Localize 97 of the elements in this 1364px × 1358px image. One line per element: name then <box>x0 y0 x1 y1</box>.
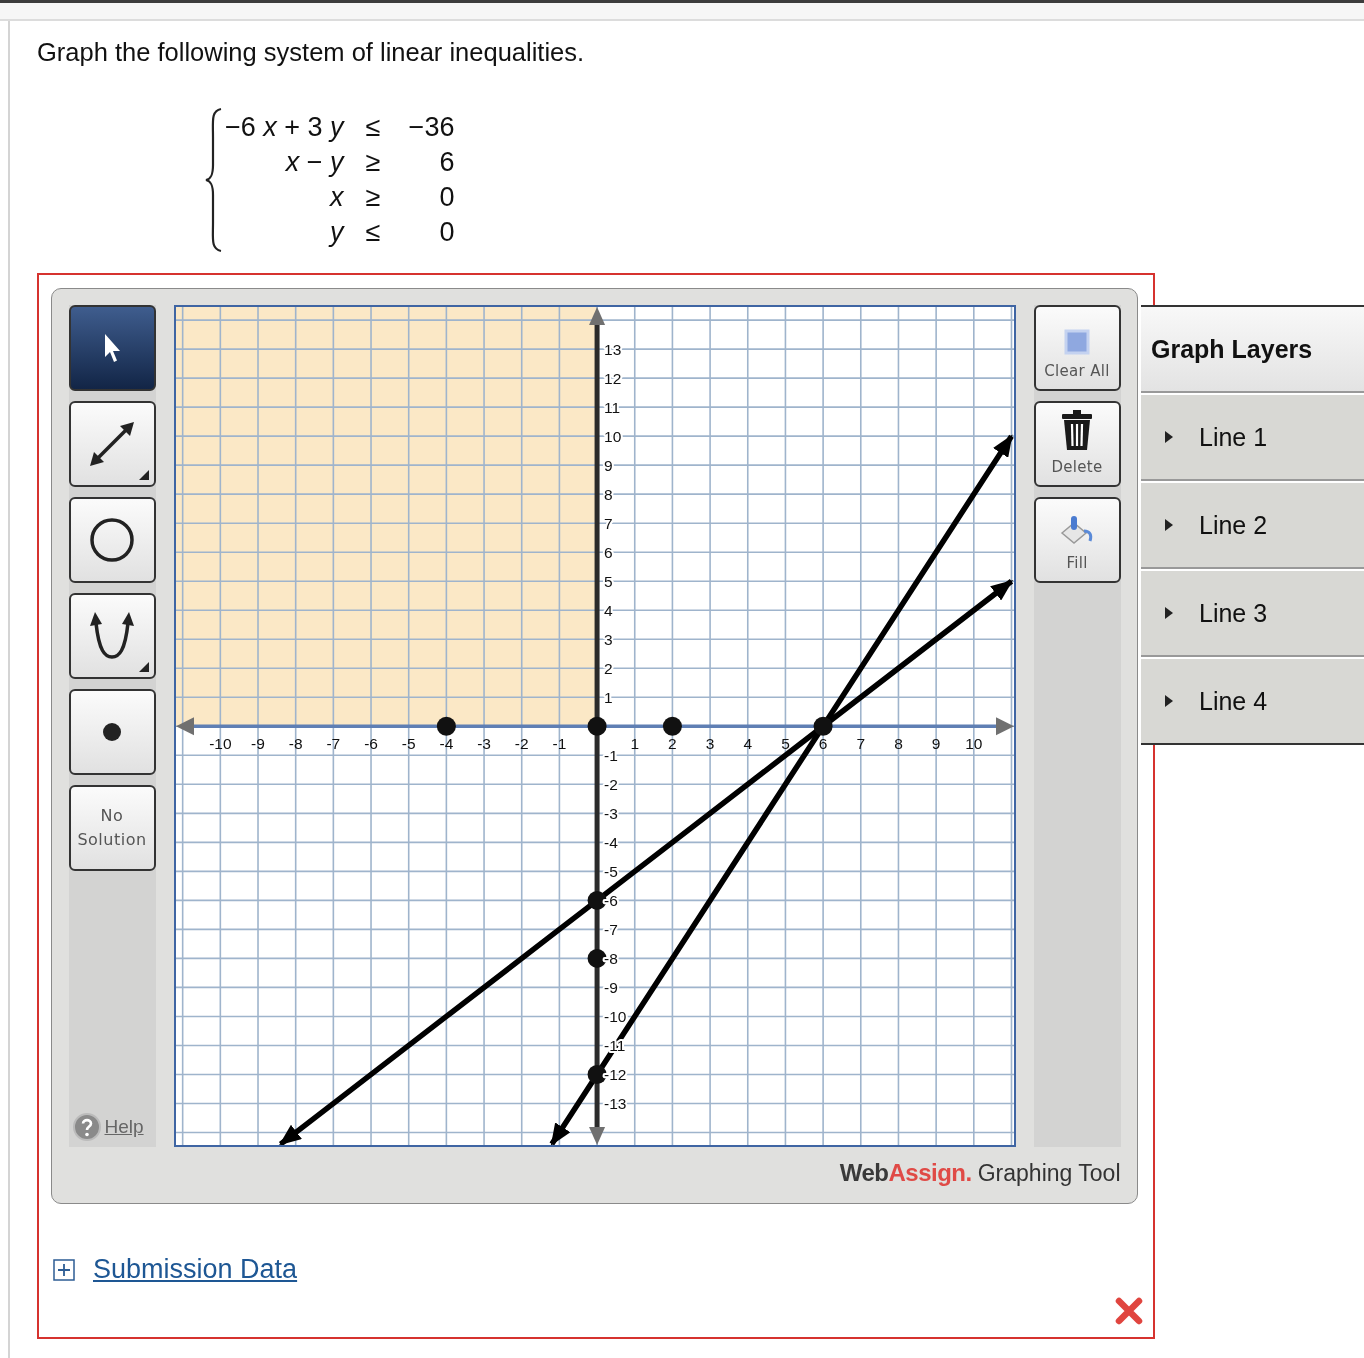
x-tick-label: -8 <box>288 734 303 752</box>
line-tool-button[interactable] <box>68 400 156 487</box>
y-tick-label: -2 <box>603 775 618 793</box>
expand-triangle-icon[interactable] <box>1163 430 1175 444</box>
equation-right-side: 0 <box>438 216 455 249</box>
y-tick-label: 10 <box>603 427 621 445</box>
expand-icon[interactable] <box>53 1258 75 1281</box>
x-tick-label: -6 <box>363 734 378 752</box>
layer-item[interactable]: Line 4 <box>1141 657 1364 743</box>
equation-left-side: −6 x + 3 y <box>225 111 344 144</box>
help-icon[interactable] <box>72 1112 101 1141</box>
y-tick-label: 12 <box>603 369 621 387</box>
y-tick-label: 6 <box>603 543 613 561</box>
y-tick-label: 1 <box>603 688 613 706</box>
x-tick-label: -10 <box>208 734 232 752</box>
x-tick-label: -1 <box>552 734 566 752</box>
paint-bucket-icon <box>1060 514 1094 547</box>
y-tick-label: 13 <box>603 340 621 358</box>
y-tick-label: -7 <box>603 920 618 938</box>
x-tick-label: 3 <box>705 734 714 752</box>
equation-right-side: 0 <box>438 181 455 214</box>
expand-triangle-icon[interactable] <box>1163 518 1175 532</box>
parabola-tool-button[interactable] <box>68 592 156 679</box>
submenu-corner-icon <box>138 661 149 672</box>
x-tick-label: 4 <box>742 734 752 752</box>
double-arrow-icon <box>88 419 136 468</box>
y-tick-label: 8 <box>603 485 613 503</box>
expand-triangle-icon[interactable] <box>1163 694 1175 708</box>
y-tick-label: -9 <box>603 978 618 996</box>
y-tick-label: 4 <box>603 601 613 619</box>
x-tick-label: 9 <box>931 734 940 752</box>
x-tick-label: 10 <box>964 734 982 752</box>
y-tick-label: -5 <box>603 862 618 880</box>
circle-tool-button[interactable] <box>68 496 156 583</box>
relation-sign: ≥ <box>365 181 381 214</box>
submission-data-link[interactable]: Submission Data <box>93 1254 298 1285</box>
graphed-line[interactable] <box>549 433 1014 1146</box>
x-tick-label: -9 <box>250 734 265 752</box>
graphed-line[interactable] <box>278 578 1013 1146</box>
equation-right-side: 6 <box>438 146 455 179</box>
y-tick-label: 7 <box>603 514 613 532</box>
plotted-point[interactable] <box>813 716 833 736</box>
help-link[interactable]: Help <box>104 1115 144 1138</box>
trash-icon <box>1061 408 1093 451</box>
equation-left-side: y <box>327 216 344 249</box>
point-tool-button[interactable] <box>68 688 156 775</box>
y-tick-label: -1 <box>603 746 618 764</box>
x-tick-label: -3 <box>476 734 491 752</box>
brace-icon <box>205 107 223 253</box>
x-tick-label: 7 <box>855 734 865 752</box>
circle-icon <box>89 516 135 563</box>
x-tick-label: 5 <box>780 734 790 752</box>
x-tick-label: 6 <box>818 734 827 752</box>
equation-left-side: x − y <box>284 146 344 179</box>
pointer-icon <box>103 332 121 363</box>
y-tick-label: -4 <box>603 833 618 851</box>
equation-right-side: −36 <box>407 111 455 144</box>
square-icon <box>1064 328 1090 355</box>
layer-item[interactable]: Line 2 <box>1141 481 1364 569</box>
x-tick-label: 1 <box>629 734 639 752</box>
equation-left-side: x <box>328 181 344 214</box>
y-tick-label: -13 <box>603 1095 626 1112</box>
delete-button[interactable]: Delete <box>1033 400 1121 487</box>
relation-sign: ≤ <box>365 111 381 144</box>
y-tick-label: 3 <box>603 630 613 648</box>
x-tick-label: -7 <box>325 734 340 752</box>
relation-sign: ≤ <box>365 216 381 249</box>
pointer-tool-button[interactable] <box>68 304 156 391</box>
submenu-corner-icon <box>138 469 149 480</box>
layer-item[interactable]: Line 3 <box>1141 569 1364 657</box>
y-tick-label: 9 <box>603 456 613 474</box>
webassign-logo: WebAssign. <box>839 1158 972 1187</box>
plotted-point[interactable] <box>436 716 456 736</box>
y-tick-label: -3 <box>603 804 618 822</box>
x-tick-label: -2 <box>514 734 529 752</box>
y-tick-label: 5 <box>603 572 613 590</box>
x-tick-label: 2 <box>667 734 677 752</box>
plotted-point[interactable] <box>587 716 607 736</box>
parabola-icon <box>89 610 135 661</box>
fill-button[interactable]: Fill <box>1033 496 1121 583</box>
graph-layers-title: Graph Layers <box>1141 307 1364 393</box>
dot-icon <box>102 721 122 742</box>
x-tick-label: -5 <box>401 734 416 752</box>
layer-item[interactable]: Line 1 <box>1141 393 1364 481</box>
x-tick-label: 8 <box>893 734 903 752</box>
question-text: Graph the following system of linear inequalities. <box>37 37 586 67</box>
incorrect-icon <box>1115 1297 1143 1325</box>
y-tick-label: -10 <box>603 1007 626 1025</box>
y-tick-label: 2 <box>603 659 613 677</box>
x-tick-label: -4 <box>439 734 453 752</box>
expand-triangle-icon[interactable] <box>1163 606 1175 620</box>
brand-caption: Graphing Tool <box>977 1159 1121 1187</box>
no-solution-button[interactable]: No Solution <box>68 784 156 871</box>
clear-button[interactable]: Clear All <box>1033 304 1121 391</box>
y-tick-label: 11 <box>603 398 620 416</box>
plotted-point[interactable] <box>662 716 682 736</box>
relation-sign: ≥ <box>365 146 381 179</box>
